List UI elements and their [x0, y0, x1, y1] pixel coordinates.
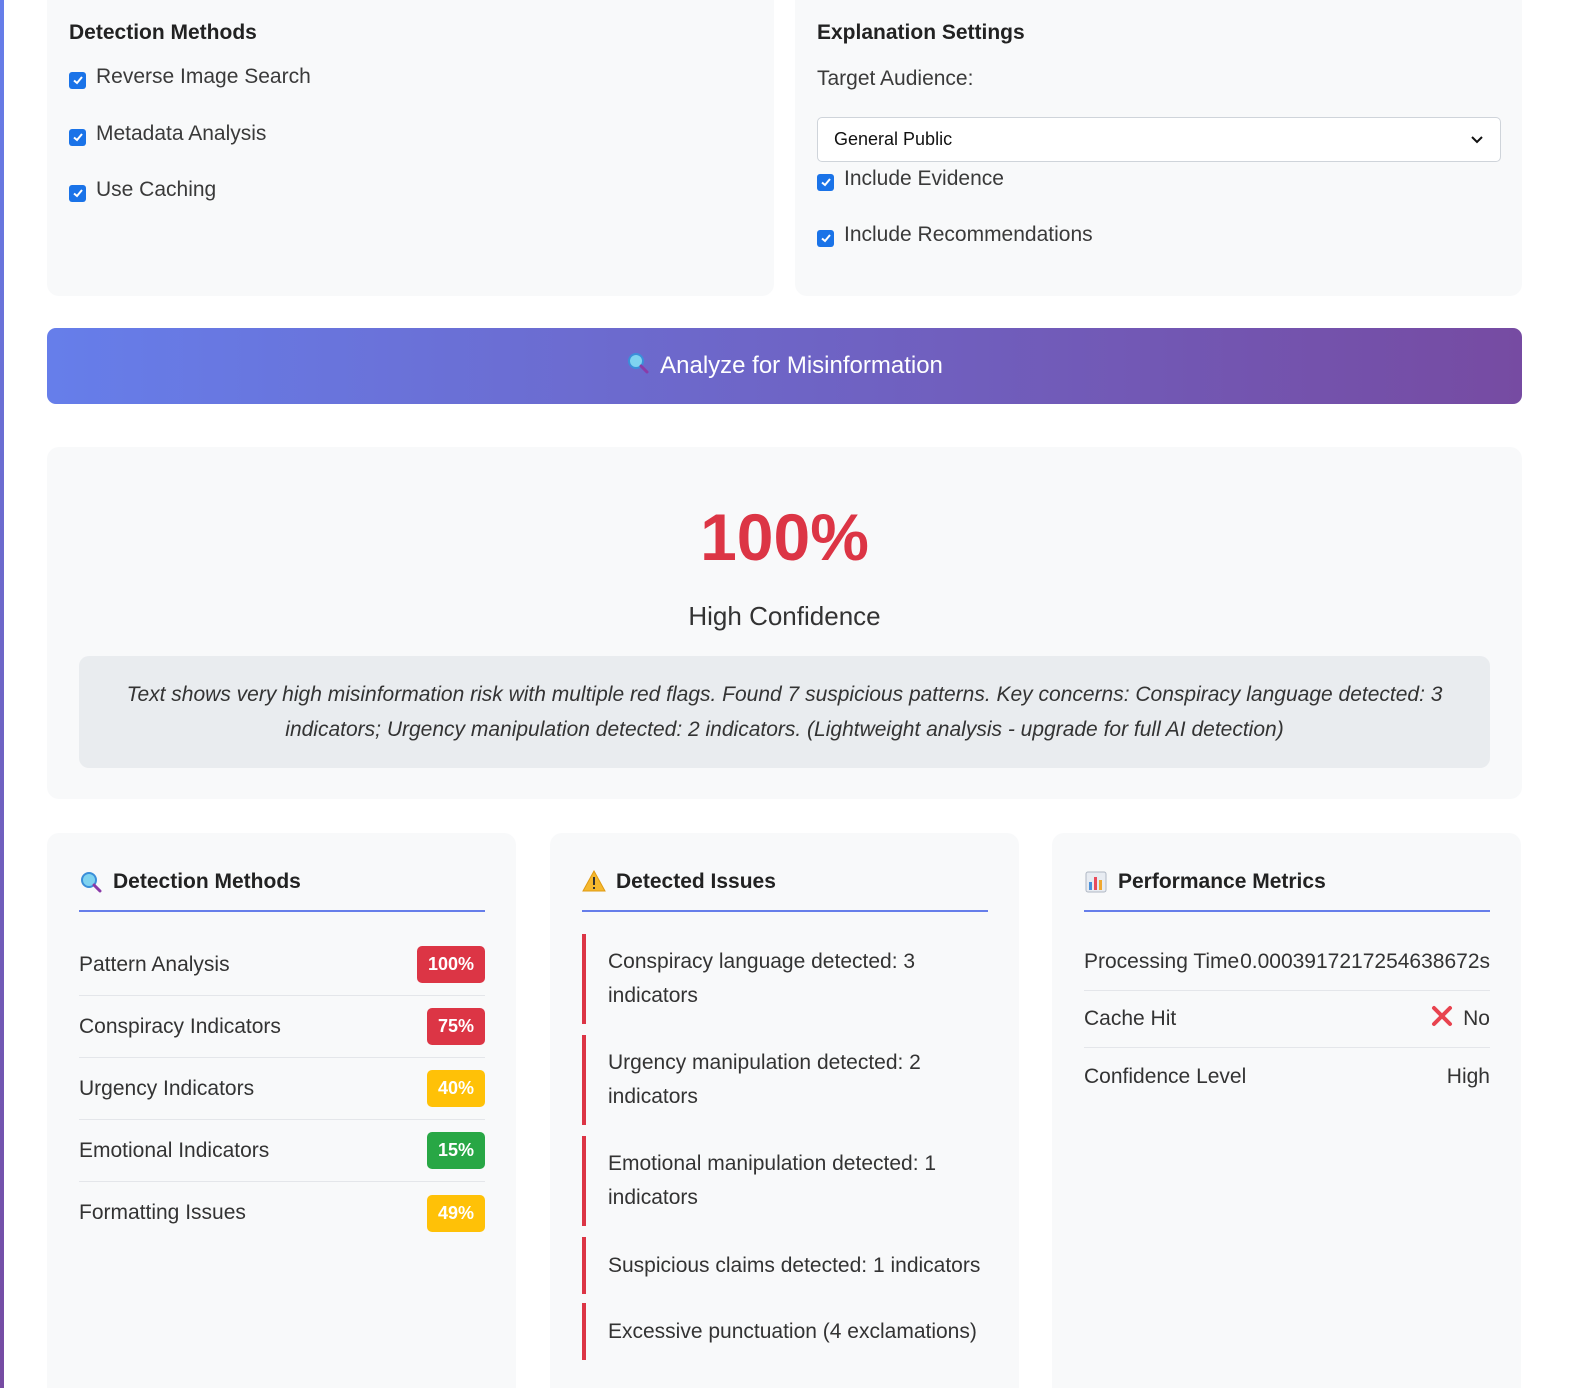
option-include-evidence[interactable]: Include Evidence [817, 167, 1004, 191]
method-label: Pattern Analysis [79, 952, 230, 976]
detection-methods-panel: Detection Methods Pattern Analysis 100% … [47, 833, 516, 1388]
analyze-button[interactable]: Analyze for Misinformation [47, 328, 1522, 404]
result-card: 100% High Confidence Text shows very hig… [47, 447, 1522, 799]
option-label: Metadata Analysis [96, 122, 267, 145]
option-metadata-analysis[interactable]: Metadata Analysis [69, 122, 266, 146]
target-audience-label: Target Audience: [817, 67, 974, 90]
issue-text: Conspiracy language detected: 3 indicato… [608, 950, 916, 1007]
issue-text: Emotional manipulation detected: 1 indic… [608, 1152, 937, 1209]
detected-issues-panel: Detected Issues Conspiracy language dete… [550, 833, 1019, 1388]
panel-title: Detected Issues [616, 870, 776, 893]
metric-row: Confidence Level High [1084, 1048, 1490, 1105]
option-label: Reverse Image Search [96, 65, 311, 88]
checkbox-checked-icon[interactable] [817, 229, 834, 247]
target-audience-value: General Public [834, 129, 953, 149]
cache-hit-value: No [1463, 1007, 1490, 1030]
method-score-badge: 75% [426, 1008, 485, 1045]
method-score-badge: 49% [426, 1194, 485, 1232]
result-summary: Text shows very high misinformation risk… [79, 656, 1490, 768]
detection-settings-title: Detection Methods [69, 21, 257, 44]
issue-text: Suspicious claims detected: 1 indicators [608, 1253, 981, 1277]
issue-item: Conspiracy language detected: 3 indicato… [582, 934, 988, 1024]
metric-value: No [1431, 1005, 1490, 1033]
method-label: Urgency Indicators [79, 1076, 255, 1100]
metric-label: Confidence Level [1084, 1064, 1247, 1088]
panel-header: Detection Methods [79, 865, 485, 912]
method-row: Conspiracy Indicators 75% [79, 996, 485, 1058]
explanation-settings-title: Explanation Settings [817, 21, 1025, 44]
method-label: Emotional Indicators [79, 1138, 270, 1162]
risk-score: 100% [700, 500, 869, 574]
analyze-button-label: Analyze for Misinformation [660, 352, 943, 379]
option-label: Include Evidence [844, 167, 1004, 190]
metric-label: Processing Time [1084, 950, 1240, 973]
confidence-label: High Confidence [688, 601, 881, 631]
issue-item: Urgency manipulation detected: 2 indicat… [582, 1035, 988, 1125]
metric-row: Processing Time 0.0003917217254638672s [1084, 934, 1490, 991]
issue-text: Excessive punctuation (4 exclamations) [608, 1319, 977, 1343]
method-label: Formatting Issues [79, 1201, 246, 1224]
option-reverse-image-search[interactable]: Reverse Image Search [69, 65, 311, 89]
method-row: Urgency Indicators 40% [79, 1058, 485, 1120]
option-include-recommendations[interactable]: Include Recommendations [817, 223, 1093, 247]
checkbox-checked-icon[interactable] [69, 184, 86, 202]
metric-row: Cache Hit No [1084, 991, 1490, 1048]
method-row: Emotional Indicators 15% [79, 1120, 485, 1182]
checkbox-checked-icon[interactable] [69, 71, 86, 89]
metric-value: 0.0003917217254638672s [1240, 950, 1490, 973]
option-label: Include Recommendations [844, 223, 1093, 246]
method-label: Conspiracy Indicators [79, 1014, 281, 1038]
search-icon [626, 351, 650, 382]
checkbox-checked-icon[interactable] [817, 173, 834, 191]
panel-header: Performance Metrics [1084, 865, 1490, 912]
search-icon [79, 870, 103, 900]
issue-item: Suspicious claims detected: 1 indicators [582, 1237, 988, 1294]
target-audience-select[interactable]: General Public [817, 117, 1501, 162]
chevron-down-icon [1470, 129, 1484, 150]
metric-value: High [1446, 1064, 1490, 1088]
bar-chart-icon [1084, 870, 1108, 900]
warning-icon [582, 869, 606, 898]
method-score-badge: 15% [426, 1132, 485, 1169]
cross-mark-icon [1431, 1005, 1453, 1033]
panel-header: Detected Issues [582, 865, 988, 912]
performance-metrics-panel: Performance Metrics Processing Time 0.00… [1052, 833, 1521, 1388]
method-row: Pattern Analysis 100% [79, 934, 485, 996]
method-score-badge: 100% [416, 946, 485, 983]
issue-item: Excessive punctuation (4 exclamations) [582, 1303, 988, 1360]
issue-item: Emotional manipulation detected: 1 indic… [582, 1136, 988, 1226]
checkbox-checked-icon[interactable] [69, 128, 86, 146]
detection-settings-card: Detection Methods Reverse Image Search M… [47, 0, 774, 296]
explanation-settings-card: Explanation Settings Target Audience: Ge… [795, 0, 1522, 296]
method-row: Formatting Issues 49% [79, 1182, 485, 1244]
page-edge [0, 0, 4, 1388]
option-label: Use Caching [96, 178, 217, 201]
option-use-caching[interactable]: Use Caching [69, 178, 216, 202]
method-score-badge: 40% [426, 1070, 485, 1107]
panel-title: Performance Metrics [1118, 870, 1326, 893]
panel-title: Detection Methods [113, 870, 301, 893]
metric-label: Cache Hit [1084, 1007, 1177, 1030]
issue-text: Urgency manipulation detected: 2 indicat… [608, 1051, 921, 1108]
